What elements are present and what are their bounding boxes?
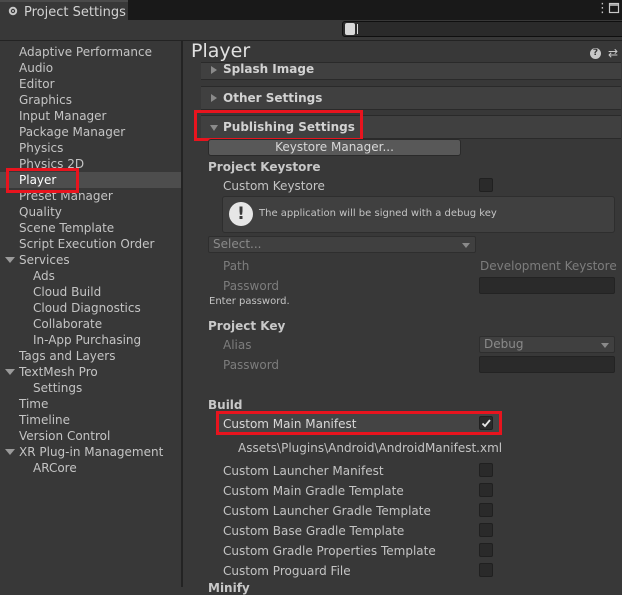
sidebar-item-cloud-build[interactable]: Cloud Build	[33, 284, 101, 300]
sidebar-item-quality[interactable]: Quality	[19, 204, 62, 220]
custom-launcher-manifest-checkbox[interactable]	[479, 463, 493, 477]
alias-dropdown[interactable]: Debug	[479, 336, 615, 353]
highlight-custom-main-manifest	[216, 411, 502, 435]
custom-base-gradle-template-checkbox[interactable]	[479, 523, 493, 537]
manifest-path: Assets\Plugins\Android\AndroidManifest.x…	[238, 441, 503, 455]
alias-label: Alias	[223, 338, 252, 352]
expand-xr-plugin-icon[interactable]	[5, 449, 15, 455]
search-icon	[345, 23, 355, 35]
project-keystore-header: Project Keystore	[208, 160, 321, 174]
sidebar-item-xr-plugin-management[interactable]: XR Plug-in Management	[19, 444, 163, 460]
help-icon[interactable]: ?	[590, 48, 601, 59]
custom-proguard-file-checkbox[interactable]	[479, 563, 493, 577]
sidebar-item-arcore[interactable]: ARCore	[33, 460, 77, 476]
sidebar-item-graphics[interactable]: Graphics	[19, 92, 72, 108]
expand-textmesh-pro-icon[interactable]	[5, 369, 15, 375]
dropdown-arrow-icon	[601, 343, 609, 348]
keystore-select-dropdown[interactable]: Select...	[208, 236, 476, 253]
custom-keystore-label: Custom Keystore	[223, 179, 325, 193]
custom-launcher-gradle-template-checkbox[interactable]	[479, 503, 493, 517]
search-input[interactable]	[342, 21, 622, 37]
custom-main-gradle-template-label: Custom Main Gradle Template	[223, 484, 404, 498]
custom-proguard-file-label: Custom Proguard File	[223, 564, 351, 578]
key-password-field[interactable]	[479, 356, 615, 373]
highlight-player	[6, 168, 79, 193]
path-value: Development Keystore	[480, 259, 617, 273]
sidebar-item-physics[interactable]: Physics	[19, 140, 63, 156]
foldout-label: Splash Image	[223, 62, 315, 76]
sidebar-item-textmesh-pro[interactable]: TextMesh Pro	[19, 364, 98, 380]
maximize-icon[interactable]	[608, 2, 620, 14]
info-message: The application will be signed with a de…	[259, 208, 497, 219]
expand-services-icon[interactable]	[5, 257, 15, 263]
keystore-password-field[interactable]	[479, 277, 615, 294]
sidebar-item-package-manager[interactable]: Package Manager	[19, 124, 125, 140]
sidebar-item-audio[interactable]: Audio	[19, 60, 53, 76]
sidebar-item-input-manager[interactable]: Input Manager	[19, 108, 107, 124]
keystore-password-label: Password	[223, 279, 280, 293]
foldout-label: Other Settings	[223, 91, 323, 105]
gear-icon	[8, 6, 18, 16]
custom-gradle-properties-template-checkbox[interactable]	[479, 543, 493, 557]
text-cursor	[357, 24, 358, 34]
dropdown-placeholder: Select...	[213, 237, 262, 251]
custom-launcher-gradle-template-label: Custom Launcher Gradle Template	[223, 504, 431, 518]
custom-keystore-checkbox[interactable]	[479, 178, 493, 192]
sidebar-item-editor[interactable]: Editor	[19, 76, 55, 92]
collapsed-arrow-icon	[211, 66, 217, 74]
info-icon: !	[229, 202, 253, 226]
sidebar-item-in-app-purchasing[interactable]: In-App Purchasing	[33, 332, 141, 348]
keystore-manager-button[interactable]: Keystore Manager...	[208, 139, 461, 156]
window-title: Project Settings	[24, 5, 126, 20]
sidebar-item-services[interactable]: Services	[19, 252, 70, 268]
sidebar-item-script-execution-order[interactable]: Script Execution Order	[19, 236, 154, 252]
custom-main-gradle-template-checkbox[interactable]	[479, 483, 493, 497]
key-password-label: Password	[223, 358, 280, 372]
enter-password-hint: Enter password.	[209, 296, 290, 307]
sidebar-item-ads[interactable]: Ads	[33, 268, 55, 284]
page-title: Player	[191, 40, 251, 62]
sidebar-item-timeline[interactable]: Timeline	[19, 412, 70, 428]
project-key-header: Project Key	[208, 319, 286, 333]
sidebar-item-adaptive-performance[interactable]: Adaptive Performance	[19, 44, 152, 60]
dropdown-arrow-icon	[462, 243, 470, 248]
collapsed-arrow-icon	[211, 94, 217, 102]
debug-key-info-box: ! The application will be signed with a …	[222, 196, 615, 233]
sidebar-item-collaborate[interactable]: Collaborate	[33, 316, 102, 332]
build-header: Build	[208, 398, 243, 412]
sidebar-item-cloud-diagnostics[interactable]: Cloud Diagnostics	[33, 300, 141, 316]
alias-value: Debug	[484, 337, 524, 351]
sidebar-item-version-control[interactable]: Version Control	[19, 428, 110, 444]
highlight-publishing-settings	[194, 110, 363, 141]
preset-settings-icon[interactable]: ⇄	[608, 46, 618, 60]
sidebar-item-textmesh-settings[interactable]: Settings	[33, 380, 82, 396]
minify-header: Minify	[208, 581, 250, 595]
custom-launcher-manifest-label: Custom Launcher Manifest	[223, 464, 384, 478]
custom-base-gradle-template-label: Custom Base Gradle Template	[223, 524, 405, 538]
foldout-other-settings[interactable]: Other Settings	[201, 86, 621, 110]
sidebar-item-scene-template[interactable]: Scene Template	[19, 220, 114, 236]
custom-gradle-properties-template-label: Custom Gradle Properties Template	[223, 544, 436, 558]
sidebar-item-tags-and-layers[interactable]: Tags and Layers	[19, 348, 115, 364]
sidebar-item-time[interactable]: Time	[19, 396, 48, 412]
window-tab[interactable]: Project Settings	[0, 0, 128, 22]
foldout-splash-image[interactable]: Splash Image	[201, 62, 621, 80]
path-label: Path	[223, 259, 250, 273]
